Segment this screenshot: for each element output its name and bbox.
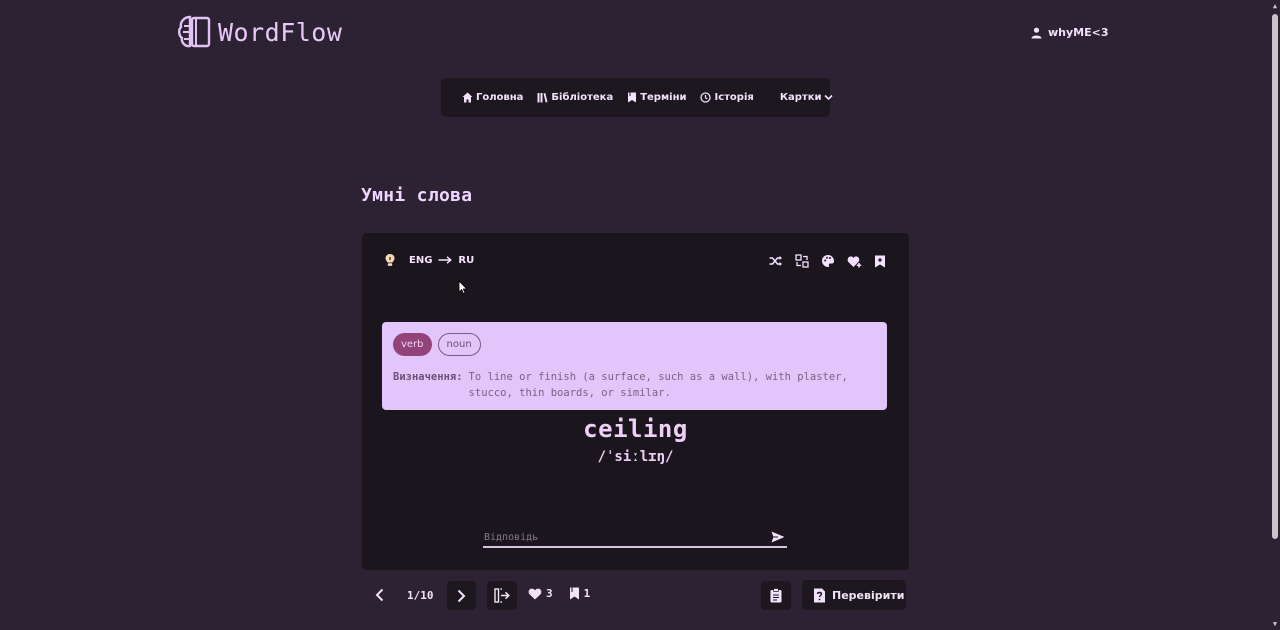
answer-input[interactable] — [483, 531, 769, 543]
definition-box: verb noun Визначення: To line or finish … — [382, 322, 887, 410]
next-button[interactable] — [447, 581, 476, 610]
scrollbar[interactable]: ▲ ▼ — [1270, 0, 1280, 630]
card-toolbar — [768, 253, 888, 269]
history-icon — [700, 92, 712, 103]
tag-noun[interactable]: noun — [437, 333, 481, 356]
page: WordFlow whyME<3 Головна Бібліотека Терм… — [0, 0, 1280, 630]
check-button[interactable]: Перевірити — [802, 580, 906, 610]
nav-item-terms[interactable]: Терміни — [627, 92, 686, 103]
main-nav: Головна Бібліотека Терміни Історія Картк… — [441, 78, 834, 117]
clipboard-icon — [770, 588, 782, 603]
bookmark-icon — [628, 92, 637, 103]
library-icon — [537, 93, 548, 103]
swap-icon — [795, 254, 809, 268]
page-title: Умні слова — [361, 185, 473, 206]
scroll-thumb[interactable] — [1272, 14, 1278, 539]
nav-dropdown-cards[interactable]: Картки — [780, 92, 834, 103]
logo[interactable]: WordFlow — [178, 14, 342, 50]
exit-button[interactable] — [487, 581, 517, 610]
like-button[interactable] — [846, 253, 862, 269]
saved-count: 1 — [583, 587, 591, 600]
swap-button[interactable] — [794, 253, 810, 269]
definition-text: To line or finish (a surface, such as a … — [468, 371, 848, 399]
word: ceiling — [583, 415, 688, 443]
bookmark-icon — [569, 587, 579, 600]
check-label: Перевірити — [832, 588, 905, 602]
exit-icon — [493, 588, 510, 603]
user-menu[interactable]: whyME<3 — [1031, 26, 1109, 39]
transcription: /ˈsiːlɪŋ/ — [597, 449, 674, 465]
definition-label: Визначення: — [393, 371, 463, 383]
user-icon — [1031, 27, 1042, 38]
likes-count: 3 — [546, 587, 553, 600]
source-language: ENG — [409, 254, 433, 266]
clipboard-button[interactable] — [761, 581, 791, 610]
scroll-up-arrow-icon[interactable]: ▲ — [1271, 2, 1279, 10]
tag-verb[interactable]: verb — [393, 333, 432, 356]
nav-label: Картки — [779, 92, 822, 103]
nav-label: Терміни — [640, 92, 687, 103]
chevron-right-icon — [457, 589, 466, 602]
user-name: whyME<3 — [1048, 26, 1109, 39]
brain-book-icon — [178, 15, 211, 48]
nav-label: Головна — [476, 92, 524, 103]
definition: Визначення: To line or finish (a surface… — [393, 369, 873, 401]
palette-button[interactable] — [820, 253, 836, 269]
heart-plus-icon — [847, 255, 861, 267]
question-file-icon — [814, 588, 825, 602]
send-button[interactable] — [769, 529, 787, 545]
answer-field — [483, 528, 787, 548]
bookmark-plus-icon — [875, 255, 885, 267]
flashcard: ENG RU verb noun Визначення: To line or … — [362, 233, 909, 570]
nav-item-library[interactable]: Бібліотека — [537, 92, 613, 103]
scroll-down-arrow-icon[interactable]: ▼ — [1271, 620, 1279, 628]
card-stats: 3 1 — [528, 587, 590, 600]
shuffle-icon — [769, 256, 782, 266]
part-of-speech-tags: verb noun — [393, 333, 481, 356]
app-name: WordFlow — [218, 17, 343, 47]
nav-item-home[interactable]: Головна — [462, 92, 523, 103]
nav-label: Історія — [714, 92, 754, 103]
chevron-left-icon — [375, 588, 383, 602]
home-icon — [462, 92, 473, 103]
send-icon — [771, 531, 785, 543]
chevron-down-icon — [824, 94, 834, 101]
previous-button[interactable] — [367, 583, 391, 607]
lightbulb-icon[interactable] — [383, 253, 397, 267]
shuffle-button[interactable] — [768, 253, 784, 269]
palette-icon — [822, 255, 834, 267]
nav-label: Бібліотека — [551, 92, 614, 103]
card-header: ENG RU — [383, 253, 474, 267]
nav-item-history[interactable]: Історія — [700, 92, 754, 103]
arrow-right-icon — [438, 256, 453, 264]
bookmark-add-button[interactable] — [872, 253, 888, 269]
mouse-cursor-icon — [458, 280, 468, 295]
target-language: RU — [458, 254, 475, 266]
card-counter: 1/10 — [407, 589, 434, 602]
heart-icon — [528, 588, 542, 599]
